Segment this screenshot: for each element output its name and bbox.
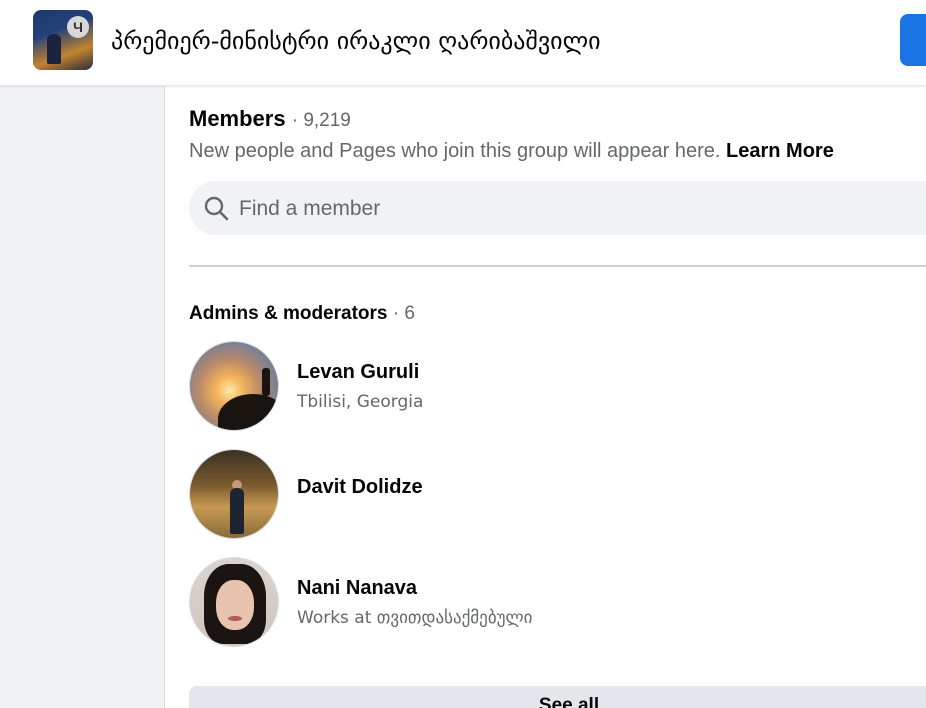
avatar-person bbox=[262, 368, 270, 396]
member-subtitle: Tbilisi, Georgia bbox=[297, 392, 424, 412]
member-row-levan-guruli[interactable]: Levan Guruli Tbilisi, Georgia bbox=[189, 341, 926, 431]
admins-heading: Admins & moderators · 6 bbox=[189, 301, 415, 327]
avatar-rock bbox=[218, 394, 278, 430]
avatar-lips bbox=[228, 616, 242, 621]
members-title: Members bbox=[189, 106, 286, 131]
admins-title: Admins & moderators bbox=[189, 303, 388, 324]
member-row-nani-nanava[interactable]: Nani Nanava Works at თვითდასაქმებული bbox=[189, 557, 926, 647]
group-title[interactable]: პრემიერ-მინისტრი ირაკლი ღარიბაშვილი bbox=[111, 26, 601, 56]
member-subtitle: Works at თვითდასაქმებული bbox=[297, 608, 533, 628]
divider bbox=[189, 265, 926, 267]
members-heading: Members · 9,219 bbox=[189, 104, 351, 136]
page: Ч პრემიერ-მინისტრი ირაკლი ღარიბაშვილი Me… bbox=[0, 0, 926, 708]
avatar-badge: Ч bbox=[67, 16, 89, 38]
search-icon bbox=[204, 196, 229, 221]
see-all-button[interactable]: See all bbox=[189, 686, 926, 708]
avatar[interactable] bbox=[189, 341, 279, 431]
avatar-face bbox=[216, 580, 254, 630]
avatar[interactable] bbox=[189, 557, 279, 647]
member-name[interactable]: Davit Dolidze bbox=[297, 476, 423, 499]
search-input[interactable] bbox=[237, 181, 841, 237]
member-name[interactable]: Nani Nanava bbox=[297, 577, 417, 600]
group-header: Ч პრემიერ-მინისტრი ირაკლი ღარიბაშვილი bbox=[0, 0, 926, 86]
learn-more-link[interactable]: Learn More bbox=[726, 140, 834, 162]
avatar-person bbox=[230, 488, 244, 534]
header-action-button[interactable] bbox=[900, 14, 926, 66]
members-description: New people and Pages who join this group… bbox=[189, 138, 834, 164]
avatar[interactable] bbox=[189, 449, 279, 539]
avatar-figure bbox=[47, 34, 61, 64]
member-name[interactable]: Levan Guruli bbox=[297, 361, 419, 384]
admins-count: · 6 bbox=[392, 303, 415, 324]
member-search[interactable] bbox=[189, 181, 926, 237]
group-avatar[interactable]: Ч bbox=[33, 10, 93, 70]
members-description-text: New people and Pages who join this group… bbox=[189, 140, 721, 162]
members-count: · 9,219 bbox=[291, 110, 351, 131]
member-row-davit-dolidze[interactable]: Davit Dolidze bbox=[189, 449, 926, 539]
left-gutter bbox=[0, 86, 165, 708]
